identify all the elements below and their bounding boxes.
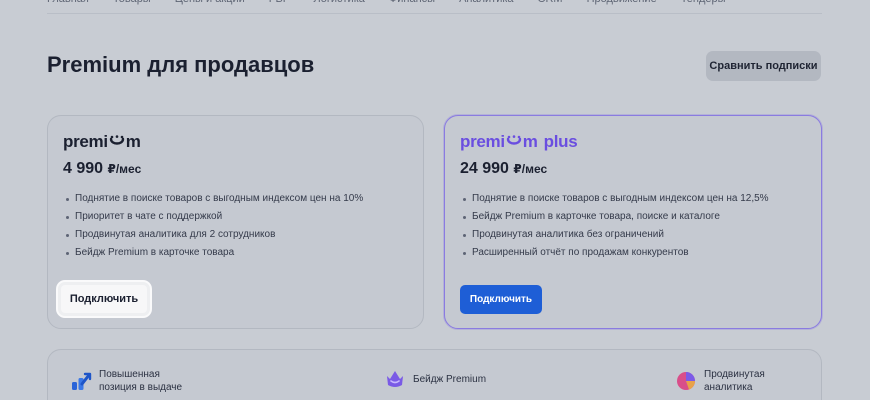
feature-item: Приоритет в чате с поддержкой [66,208,363,226]
premium-plus-logo: premi m plus [460,132,578,151]
top-navigation: Главная Товары Цены и акции FBF Логистик… [47,0,822,14]
benefit-item: Повышенная позиция в выдаче [70,368,182,394]
page-title: Premium для продавцов [47,52,315,77]
feature-item: Продвинутая аналитика без ограничений [463,226,769,244]
nav-item-fbf[interactable]: FBF [269,0,290,13]
plan-price: 4 990 ₽/мес [63,160,142,177]
plan-features: Поднятие в поиске товаров с выгодным инд… [66,190,363,262]
premium-badge-icon [387,371,403,387]
benefits-panel: Повышенная позиция в выдаче Бейдж Premiu… [47,349,822,400]
feature-item: Продвинутая аналитика для 2 сотрудников [66,226,363,244]
nav-item-finance[interactable]: Финансы [389,0,435,13]
nav-item-promotion[interactable]: Продвижение [587,0,657,13]
benefit-item: Бейдж Premium [384,368,486,390]
crown-icon [506,135,521,145]
feature-item: Поднятие в поиске товаров с выгодным инд… [463,190,769,208]
plan-price: 24 990 ₽/мес [460,160,548,177]
connect-premium-plus-button[interactable]: Подключить [460,285,542,314]
plan-card-premium: premi m 4 990 ₽/мес Поднятие в поиске то… [47,115,424,329]
nav-item-analytics[interactable]: Аналитика [459,0,513,13]
feature-item: Бейдж Premium в карточке товара, поиске … [463,208,769,226]
plan-card-premium-plus: premi m plus 24 990 ₽/мес Поднятие в пои… [444,115,822,329]
nav-item-prices[interactable]: Цены и акции [175,0,245,13]
feature-item: Расширенный отчёт по продажам конкуренто… [463,244,769,262]
premium-logo: premi m [63,132,141,151]
nav-item-tenders[interactable]: Тендеры [681,0,726,13]
crown-icon [109,135,124,145]
compare-subscriptions-button[interactable]: Сравнить подписки [706,51,821,81]
connect-premium-button[interactable]: Подключить [58,282,150,316]
feature-item: Бейдж Premium в карточке товара [66,244,363,262]
nav-item-crm[interactable]: CRM [538,0,563,13]
feature-item: Поднятие в поиске товаров с выгодным инд… [66,190,363,208]
benefit-item: Продвинутая аналитика [675,368,765,394]
nav-item-products[interactable]: Товары [113,0,151,13]
plan-features: Поднятие в поиске товаров с выгодным инд… [463,190,769,262]
analytics-icon [677,372,695,390]
nav-item-home[interactable]: Главная [47,0,89,13]
nav-item-logistics[interactable]: Логистика [314,0,365,13]
chart-up-icon [72,372,92,390]
